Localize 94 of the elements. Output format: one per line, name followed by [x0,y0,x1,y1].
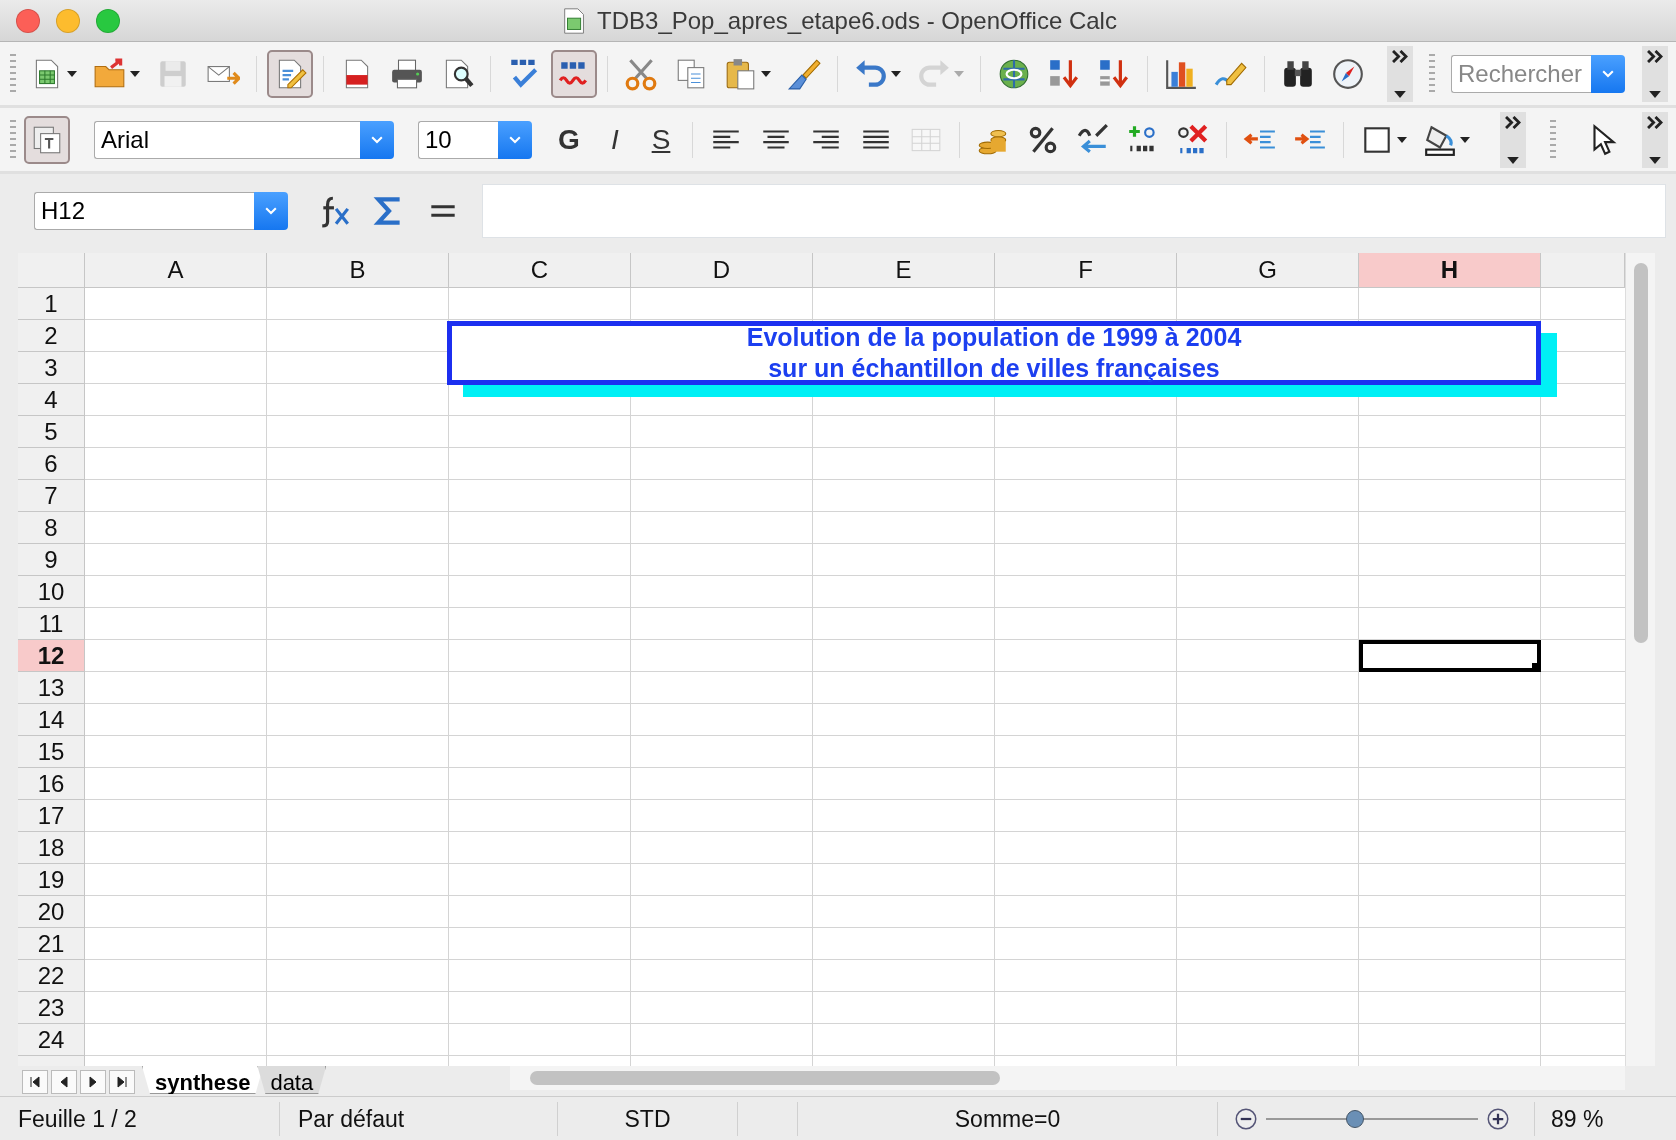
bold-button[interactable]: G [548,115,590,164]
text-line: sur un échantillon de villes françaises [768,353,1220,384]
triangle-icon [29,1076,41,1088]
first-sheet-button[interactable] [22,1070,48,1094]
caret-icon [1397,136,1407,143]
toolbar-overflow-button[interactable] [1387,45,1413,102]
selection-mode-label: STD [558,1102,738,1136]
caret-icon [891,70,901,77]
row-header[interactable]: 5 [18,416,85,448]
row-header[interactable]: 20 [18,896,85,928]
edit-mode-button[interactable] [267,49,313,98]
window-title: TDB3_Pop_apres_etape6.ods - OpenOffice Calc [597,5,1117,36]
column-header[interactable]: D [631,253,813,288]
slider-thumb[interactable] [1346,1110,1365,1128]
column-header[interactable]: F [995,253,1177,288]
chevrons-icon [1505,115,1521,129]
row-header[interactable]: 24 [18,1024,85,1056]
font-size-field[interactable]: 10 [418,120,498,159]
row-header[interactable]: 11 [18,608,85,640]
caret-icon [1649,90,1661,98]
cell-reference-field[interactable]: H12 [34,192,254,230]
triangle-icon [87,1076,99,1088]
column-header[interactable]: C [449,253,631,288]
last-sheet-button[interactable] [109,1070,135,1094]
caret-icon [1649,156,1661,164]
sum-label: Somme=0 [798,1102,1218,1136]
column-header[interactable]: G [1177,253,1359,288]
row-header[interactable]: 3 [18,352,85,384]
underline-button[interactable]: S [640,115,682,164]
zoom-in-icon [1486,1107,1510,1131]
dropdown-button[interactable] [254,192,288,230]
caret-icon [761,70,771,77]
compass-icon [1331,56,1365,91]
page-style-label: Par défaut [280,1102,558,1136]
sheet-tab[interactable]: data [257,1066,327,1094]
caret-icon [1394,90,1406,98]
caret-icon [1507,156,1519,164]
row-header[interactable]: 1 [18,288,85,320]
italic-button[interactable]: I [594,115,636,164]
caret-icon [67,70,77,77]
formula-input-field[interactable] [482,184,1666,238]
triangle-icon [58,1076,70,1088]
row-header[interactable]: 7 [18,480,85,512]
close-button[interactable] [16,8,40,33]
row-header[interactable]: 17 [18,800,85,832]
dropdown-button[interactable] [498,120,532,159]
styles-button[interactable] [24,115,70,164]
row-header[interactable]: 12 [18,640,85,672]
chevrons-icon [1647,49,1663,63]
row-header[interactable]: 2 [18,320,85,352]
font-name-field[interactable]: Arial [94,120,360,159]
chevrons-icon [1392,49,1408,63]
scissors-icon [624,56,658,91]
cell-cursor[interactable] [1359,640,1541,672]
toolbar-overflow-button[interactable] [1642,111,1668,168]
row-header[interactable]: 22 [18,960,85,992]
search-field[interactable]: Rechercher [1451,54,1591,93]
caret-icon [954,70,964,77]
text-line: Evolution de la population de 1999 à 2004 [746,322,1242,353]
zoom-percent: 89 % [1534,1101,1604,1137]
row-header[interactable]: 4 [18,384,85,416]
caret-icon [130,70,140,77]
row-header[interactable]: 8 [18,512,85,544]
vertical-scrollbar[interactable] [1625,253,1655,1066]
row-header[interactable]: 14 [18,704,85,736]
row-header[interactable]: 13 [18,672,85,704]
zoom-button[interactable] [96,8,120,33]
column-header[interactable]: A [85,253,267,288]
previous-sheet-button[interactable] [51,1070,77,1094]
toolbar-overflow-button[interactable] [1642,45,1668,102]
row-header[interactable]: 10 [18,576,85,608]
column-header[interactable]: B [267,253,449,288]
triangle-icon [116,1076,128,1088]
column-header[interactable]: E [813,253,995,288]
row-header[interactable]: 6 [18,448,85,480]
toolbar-overflow-button[interactable] [1500,111,1526,168]
row-header[interactable]: 16 [18,768,85,800]
paintbrush-icon [787,56,821,91]
dropdown-button[interactable] [1591,54,1625,93]
chevrons-icon [1647,115,1663,129]
row-header[interactable]: 18 [18,832,85,864]
row-header[interactable]: 19 [18,864,85,896]
next-sheet-button[interactable] [80,1070,106,1094]
horizontal-scrollbar[interactable] [510,1066,1625,1090]
auto-spellcheck-button[interactable] [551,49,597,98]
row-header[interactable]: 23 [18,992,85,1024]
zoom-out-icon [1234,1107,1258,1131]
sheet-indicator: Feuille 1 / 2 [0,1102,280,1136]
row-header[interactable]: 9 [18,544,85,576]
row-header[interactable]: 21 [18,928,85,960]
caret-icon [1460,136,1470,143]
column-header[interactable]: H [1359,253,1541,288]
row-header[interactable]: 15 [18,736,85,768]
dropdown-button[interactable] [360,120,394,159]
